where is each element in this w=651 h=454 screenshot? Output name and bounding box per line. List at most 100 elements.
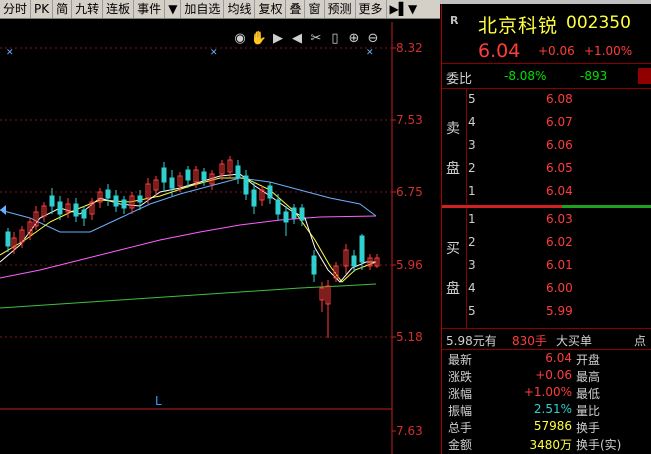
moving-average-button[interactable]: 均线	[224, 0, 256, 18]
commission-ratio: -8.08%	[504, 69, 547, 83]
price-change-pct: +1.00%	[584, 44, 633, 58]
candle	[235, 160, 241, 184]
hand-icon[interactable]: ✋	[251, 30, 267, 46]
volume-axis-label: 7.63	[396, 424, 423, 438]
sell-level: 3	[468, 138, 476, 152]
sell-price: 6.07	[546, 115, 573, 129]
big-order-extra: 点	[634, 334, 647, 348]
price-label: 7.53	[396, 113, 423, 127]
stat-label-2: 最高	[576, 370, 601, 384]
adjust-price-button[interactable]: 复权	[255, 0, 287, 18]
x-marker-icon: ✕	[366, 48, 374, 58]
tab-timeshare[interactable]: 分时	[0, 0, 32, 18]
price-label: 5.96	[396, 258, 423, 272]
stat-value: 6.04	[545, 351, 572, 365]
zoom-out-icon[interactable]: ⊖	[365, 30, 381, 46]
market-badge: R	[450, 14, 459, 27]
axis-ticks	[392, 47, 396, 432]
stat-label: 振幅	[448, 404, 473, 418]
sell-strength-bar	[562, 205, 651, 208]
big-order-row[interactable]: 5.98元有 830手 大买单 点	[442, 329, 651, 351]
add-watchlist-button[interactable]: 加自选	[181, 0, 225, 18]
sell-level: 1	[468, 184, 476, 198]
candle	[201, 168, 207, 186]
big-order-qty: 830手	[512, 334, 547, 348]
tab-pk[interactable]: PK	[31, 0, 54, 18]
candle	[219, 160, 225, 180]
forecast-button[interactable]: 预测	[325, 0, 356, 18]
grid-lines	[0, 47, 392, 338]
quote-panel: R 北京科锐 002350 6.04 +0.06 +1.00% 委比 -8.08…	[441, 4, 651, 454]
stat-label-2: 换手	[576, 421, 601, 435]
stat-label: 金额	[448, 438, 473, 452]
axis-marker-label: L	[155, 394, 162, 408]
sell-price: 6.08	[546, 92, 573, 106]
events-dropdown-button[interactable]: ▼	[165, 0, 182, 18]
candle	[325, 280, 331, 338]
stat-label-2: 最低	[576, 387, 601, 401]
candle	[283, 206, 289, 236]
candle	[299, 204, 305, 226]
candle	[267, 182, 273, 204]
tab-nine-turn[interactable]: 九转	[72, 0, 104, 18]
window-button[interactable]: 窗	[305, 0, 325, 18]
sell-label-1: 卖	[446, 121, 460, 137]
sell-label-2: 盘	[446, 161, 460, 177]
stats-table: 最新 6.04 开盘 涨跌 +0.06 最高 涨幅 +1.00% 最低 振幅 2…	[442, 351, 651, 454]
buy-level: 2	[468, 235, 476, 249]
stat-value: 57986	[533, 419, 572, 433]
buy-label-1: 买	[446, 241, 460, 257]
candle	[5, 228, 11, 252]
commission-diff: -893	[580, 69, 608, 83]
candle	[311, 250, 317, 282]
stat-label: 涨跌	[448, 370, 473, 384]
chart-toolbar: 分时 PK 简 九转 连板 事件 ▼ 加自选 均线 复权 叠 窗 预测 更多 ▶…	[0, 0, 440, 19]
commission-flag	[638, 68, 651, 84]
stat-label-2: 开盘	[576, 353, 601, 367]
big-order-price: 5.98元有	[446, 334, 497, 348]
tab-simple[interactable]: 简	[53, 0, 73, 18]
play-icon[interactable]: ▶	[270, 30, 286, 46]
stat-label-2: 换手(实)	[576, 438, 622, 452]
price-label: 5.18	[396, 330, 423, 344]
price-change: +0.06	[538, 44, 575, 58]
tab-limit-up[interactable]: 连板	[103, 0, 135, 18]
sell-side-label: 卖 盘	[442, 88, 467, 204]
candle	[113, 190, 119, 212]
stat-value: 3480万	[529, 438, 572, 452]
candles	[5, 156, 380, 338]
stock-name: 北京科锐	[478, 15, 559, 37]
candle	[153, 176, 159, 196]
overlay-button[interactable]: 叠	[286, 0, 306, 18]
more-button[interactable]: 更多	[356, 0, 387, 18]
sell-level: 2	[468, 161, 476, 175]
zoom-in-icon[interactable]: ⊕	[346, 30, 362, 46]
buy-price: 6.03	[546, 212, 573, 226]
eye-icon[interactable]: ◉	[232, 30, 248, 46]
price-label: 8.32	[396, 41, 423, 55]
candle	[161, 162, 167, 192]
stat-label: 总手	[448, 421, 473, 435]
stat-label: 最新	[448, 353, 473, 367]
sell-level: 4	[468, 115, 476, 129]
toolbar-nav-button[interactable]: ▶▌▼	[387, 0, 421, 18]
candle	[33, 206, 39, 230]
rewind-icon[interactable]: ◀	[289, 30, 305, 46]
sell-price: 6.05	[546, 161, 573, 175]
commission-row: 委比 -8.08% -893	[442, 66, 651, 88]
divider	[442, 88, 651, 89]
price-label: 6.75	[396, 185, 423, 199]
big-order-label: 大买单	[556, 334, 593, 348]
scissors-icon[interactable]: ✂	[308, 30, 324, 46]
pin-icon[interactable]: ▯	[327, 30, 343, 46]
stat-value: +1.00%	[523, 385, 572, 399]
candle	[89, 198, 95, 220]
candle	[105, 184, 111, 206]
stock-header: R 北京科锐 002350	[442, 10, 651, 38]
buy-price: 6.00	[546, 281, 573, 295]
buy-label-2: 盘	[446, 281, 460, 297]
candlestick-chart[interactable]: L ✕ ✕ ✕	[0, 22, 440, 454]
candle	[129, 192, 135, 214]
stat-label: 涨幅	[448, 387, 473, 401]
tab-events[interactable]: 事件	[134, 0, 166, 18]
